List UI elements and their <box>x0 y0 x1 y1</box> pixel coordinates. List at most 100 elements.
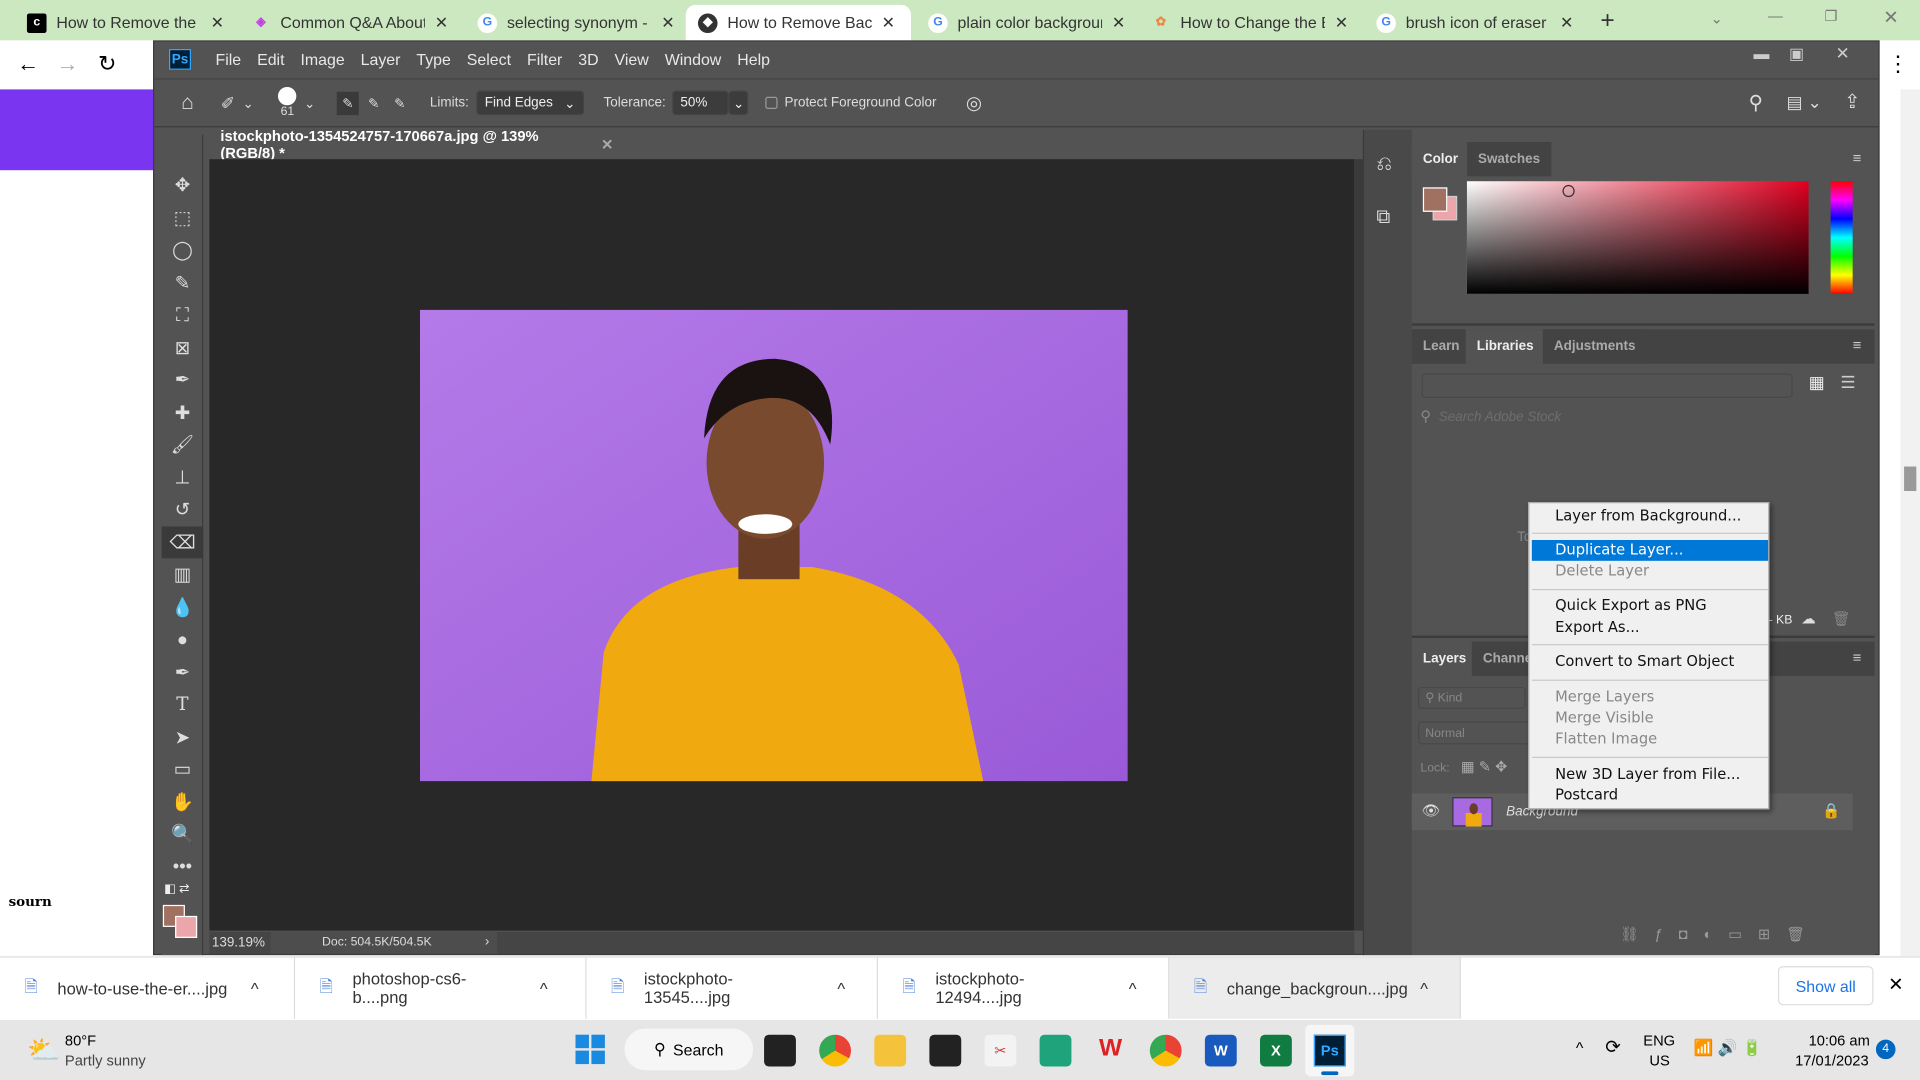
weather-temp[interactable]: 80°F <box>65 1032 96 1049</box>
tool-preset-chevron-icon[interactable]: ⌄ <box>242 95 253 111</box>
default-colors-icon[interactable]: ◧ ⇄ <box>164 883 189 896</box>
layer-footer-icons[interactable]: ⛓ƒ◘◐▭⊞🗑 <box>1620 926 1821 943</box>
chevron-up-icon[interactable]: ^ <box>1420 979 1428 997</box>
blend-mode-select[interactable]: Normal <box>1417 721 1541 745</box>
page-scrollbar[interactable] <box>1900 89 1920 957</box>
close-tab-icon[interactable]: ✕ <box>1335 13 1348 33</box>
library-select[interactable] <box>1421 373 1793 398</box>
forward-icon[interactable]: → <box>56 51 78 77</box>
quick-selection-tool-icon[interactable]: ✎ <box>162 266 204 298</box>
browser-tab[interactable]: Gbrush icon of eraser to ✕ <box>1364 5 1586 41</box>
ps-close-icon[interactable]: ✕ <box>1836 43 1850 64</box>
menu-item-new-3d-layer[interactable]: New 3D Layer from File... <box>1532 764 1768 785</box>
snipping-tool-icon[interactable]: ✂ <box>984 1034 1017 1067</box>
eyedropper-tool-icon[interactable]: ✒ <box>162 364 204 396</box>
menu-item-export-as[interactable]: Export As... <box>1532 617 1768 638</box>
menu-window[interactable]: Window <box>665 50 722 68</box>
sampling-background-swatch-icon[interactable]: ✎ <box>394 95 405 111</box>
gradient-tool-icon[interactable]: ▥ <box>162 558 204 590</box>
excel-icon[interactable]: X <box>1260 1034 1292 1067</box>
browser-tab[interactable]: Gplain color backgroun ✕ <box>916 5 1138 41</box>
menu-item-layer-from-background[interactable]: Layer from Background... <box>1532 506 1768 527</box>
3d-panel-icon[interactable]: ⧉ <box>1376 207 1390 229</box>
lock-icon[interactable]: 🔒 <box>1822 802 1840 819</box>
menu-image[interactable]: Image <box>300 50 344 68</box>
move-tool-icon[interactable]: ✥ <box>162 169 204 201</box>
sampling-once-icon[interactable]: ✎ <box>368 95 379 111</box>
background-eraser-tool-icon[interactable]: ✐ <box>221 92 235 113</box>
browser-tab[interactable]: ◈ Common Q&A About ✕ <box>239 5 461 41</box>
tab-search-icon[interactable]: ⌄ <box>1711 10 1723 27</box>
cloud-sync-icon[interactable]: ☁ <box>1801 610 1816 627</box>
menu-edit[interactable]: Edit <box>257 50 284 68</box>
eye-icon[interactable]: 👁 <box>1422 802 1441 819</box>
browser-tab[interactable]: Gselecting synonym - G ✕ <box>465 5 687 41</box>
stamp-tool-icon[interactable]: ⊥ <box>162 461 204 493</box>
clock-date[interactable]: 17/01/2023 <box>1795 1052 1869 1069</box>
document-tab[interactable]: istockphoto-1354524757-170667a.jpg @ 139… <box>209 127 613 162</box>
tolerance-input[interactable]: 50% <box>671 90 729 116</box>
show-all-button[interactable]: Show all <box>1777 966 1874 1006</box>
menu-file[interactable]: File <box>216 50 242 68</box>
limits-select[interactable]: Find Edges ⌄ <box>476 90 584 116</box>
sticky-notes-icon[interactable] <box>929 1034 962 1067</box>
menu-layer[interactable]: Layer <box>361 50 401 68</box>
lock-transparency-icon[interactable]: ▦ ✎ ✥ <box>1461 758 1508 775</box>
browser-tab[interactable]: ✿ How to Change the Ba ✕ <box>1139 5 1361 41</box>
download-item[interactable]: 🗎 istockphoto-12494....jpg ^ <box>878 957 1170 1019</box>
panel-menu-icon[interactable]: ≡ <box>1853 337 1862 354</box>
chrome-profile-icon[interactable] <box>819 1034 852 1067</box>
trash-icon[interactable]: 🗑 <box>1832 610 1851 627</box>
maximize-icon[interactable]: ❐ <box>1824 7 1837 24</box>
canvas-area[interactable] <box>209 159 1355 931</box>
browser-tab-active[interactable]: ◆ How to Remove Backg ✕ <box>685 4 912 41</box>
tab-adjustments[interactable]: Adjustments <box>1542 329 1647 364</box>
pen-tool-icon[interactable]: ✒ <box>162 656 204 688</box>
notification-badge[interactable]: 4 <box>1875 1039 1896 1060</box>
hand-tool-icon[interactable]: ✋ <box>162 786 204 818</box>
keyboard-layout[interactable]: US <box>1649 1052 1669 1069</box>
wps-office-icon[interactable]: W <box>1095 1035 1127 1067</box>
chevron-up-icon[interactable]: ^ <box>251 979 259 997</box>
chrome-icon[interactable] <box>1149 1034 1182 1067</box>
lasso-tool-icon[interactable]: ◯ <box>162 234 204 266</box>
status-menu-icon[interactable]: › <box>485 934 489 949</box>
dodge-tool-icon[interactable]: ● <box>162 623 204 655</box>
close-document-icon[interactable]: ✕ <box>601 136 613 153</box>
more-tools-icon[interactable]: ••• <box>162 850 204 882</box>
ps-restore-icon[interactable]: ▣ <box>1789 44 1804 64</box>
brush-chevron-icon[interactable]: ⌄ <box>304 95 315 111</box>
brush-tool-icon[interactable]: 🖌 <box>162 429 204 461</box>
menu-type[interactable]: Type <box>416 50 451 68</box>
file-explorer-icon[interactable] <box>874 1034 907 1067</box>
download-item[interactable]: 🗎 change_backgroun....jpg ^ <box>1169 957 1461 1019</box>
color-field[interactable] <box>1466 181 1809 294</box>
start-icon[interactable] <box>575 1034 605 1065</box>
rectangle-tool-icon[interactable]: ▭ <box>162 753 204 785</box>
workspace-icon[interactable]: ▤ ⌄ <box>1787 92 1822 113</box>
close-tab-icon[interactable]: ✕ <box>435 13 448 33</box>
word-icon[interactable]: W <box>1204 1034 1237 1067</box>
background-color-swatch[interactable] <box>175 915 198 938</box>
chevron-up-icon[interactable]: ^ <box>837 979 845 997</box>
chevron-up-icon[interactable]: ^ <box>1129 979 1137 997</box>
new-tab-button[interactable]: + <box>1600 7 1614 35</box>
list-view-icon[interactable]: ☰ <box>1840 372 1855 393</box>
chevron-up-icon[interactable]: ^ <box>540 979 548 997</box>
close-tab-icon[interactable]: ✕ <box>1112 13 1125 33</box>
download-item[interactable]: 🗎 how-to-use-the-er....jpg ^ <box>0 957 296 1019</box>
close-tab-icon[interactable]: ✕ <box>211 13 224 33</box>
minimize-icon[interactable]: — <box>1768 7 1783 24</box>
share-icon[interactable]: ⇪ <box>1844 89 1860 113</box>
close-tab-icon[interactable]: ✕ <box>661 13 674 33</box>
protect-foreground-checkbox[interactable] <box>764 96 778 109</box>
weather-desc[interactable]: Partly sunny <box>65 1052 146 1069</box>
stock-search-input[interactable]: Search Adobe Stock <box>1439 410 1561 425</box>
layer-filter-select[interactable]: ⚲ Kind <box>1417 686 1526 709</box>
tab-learn[interactable]: Learn <box>1411 329 1471 364</box>
menu-filter[interactable]: Filter <box>527 50 562 68</box>
menu-item-quick-export-png[interactable]: Quick Export as PNG <box>1532 595 1768 616</box>
type-tool-icon[interactable]: T <box>162 688 204 720</box>
wifi-volume-battery-icons[interactable]: 📶 🔊 🔋 <box>1693 1038 1761 1058</box>
taskbar-search[interactable]: ⚲ Search <box>624 1028 754 1071</box>
